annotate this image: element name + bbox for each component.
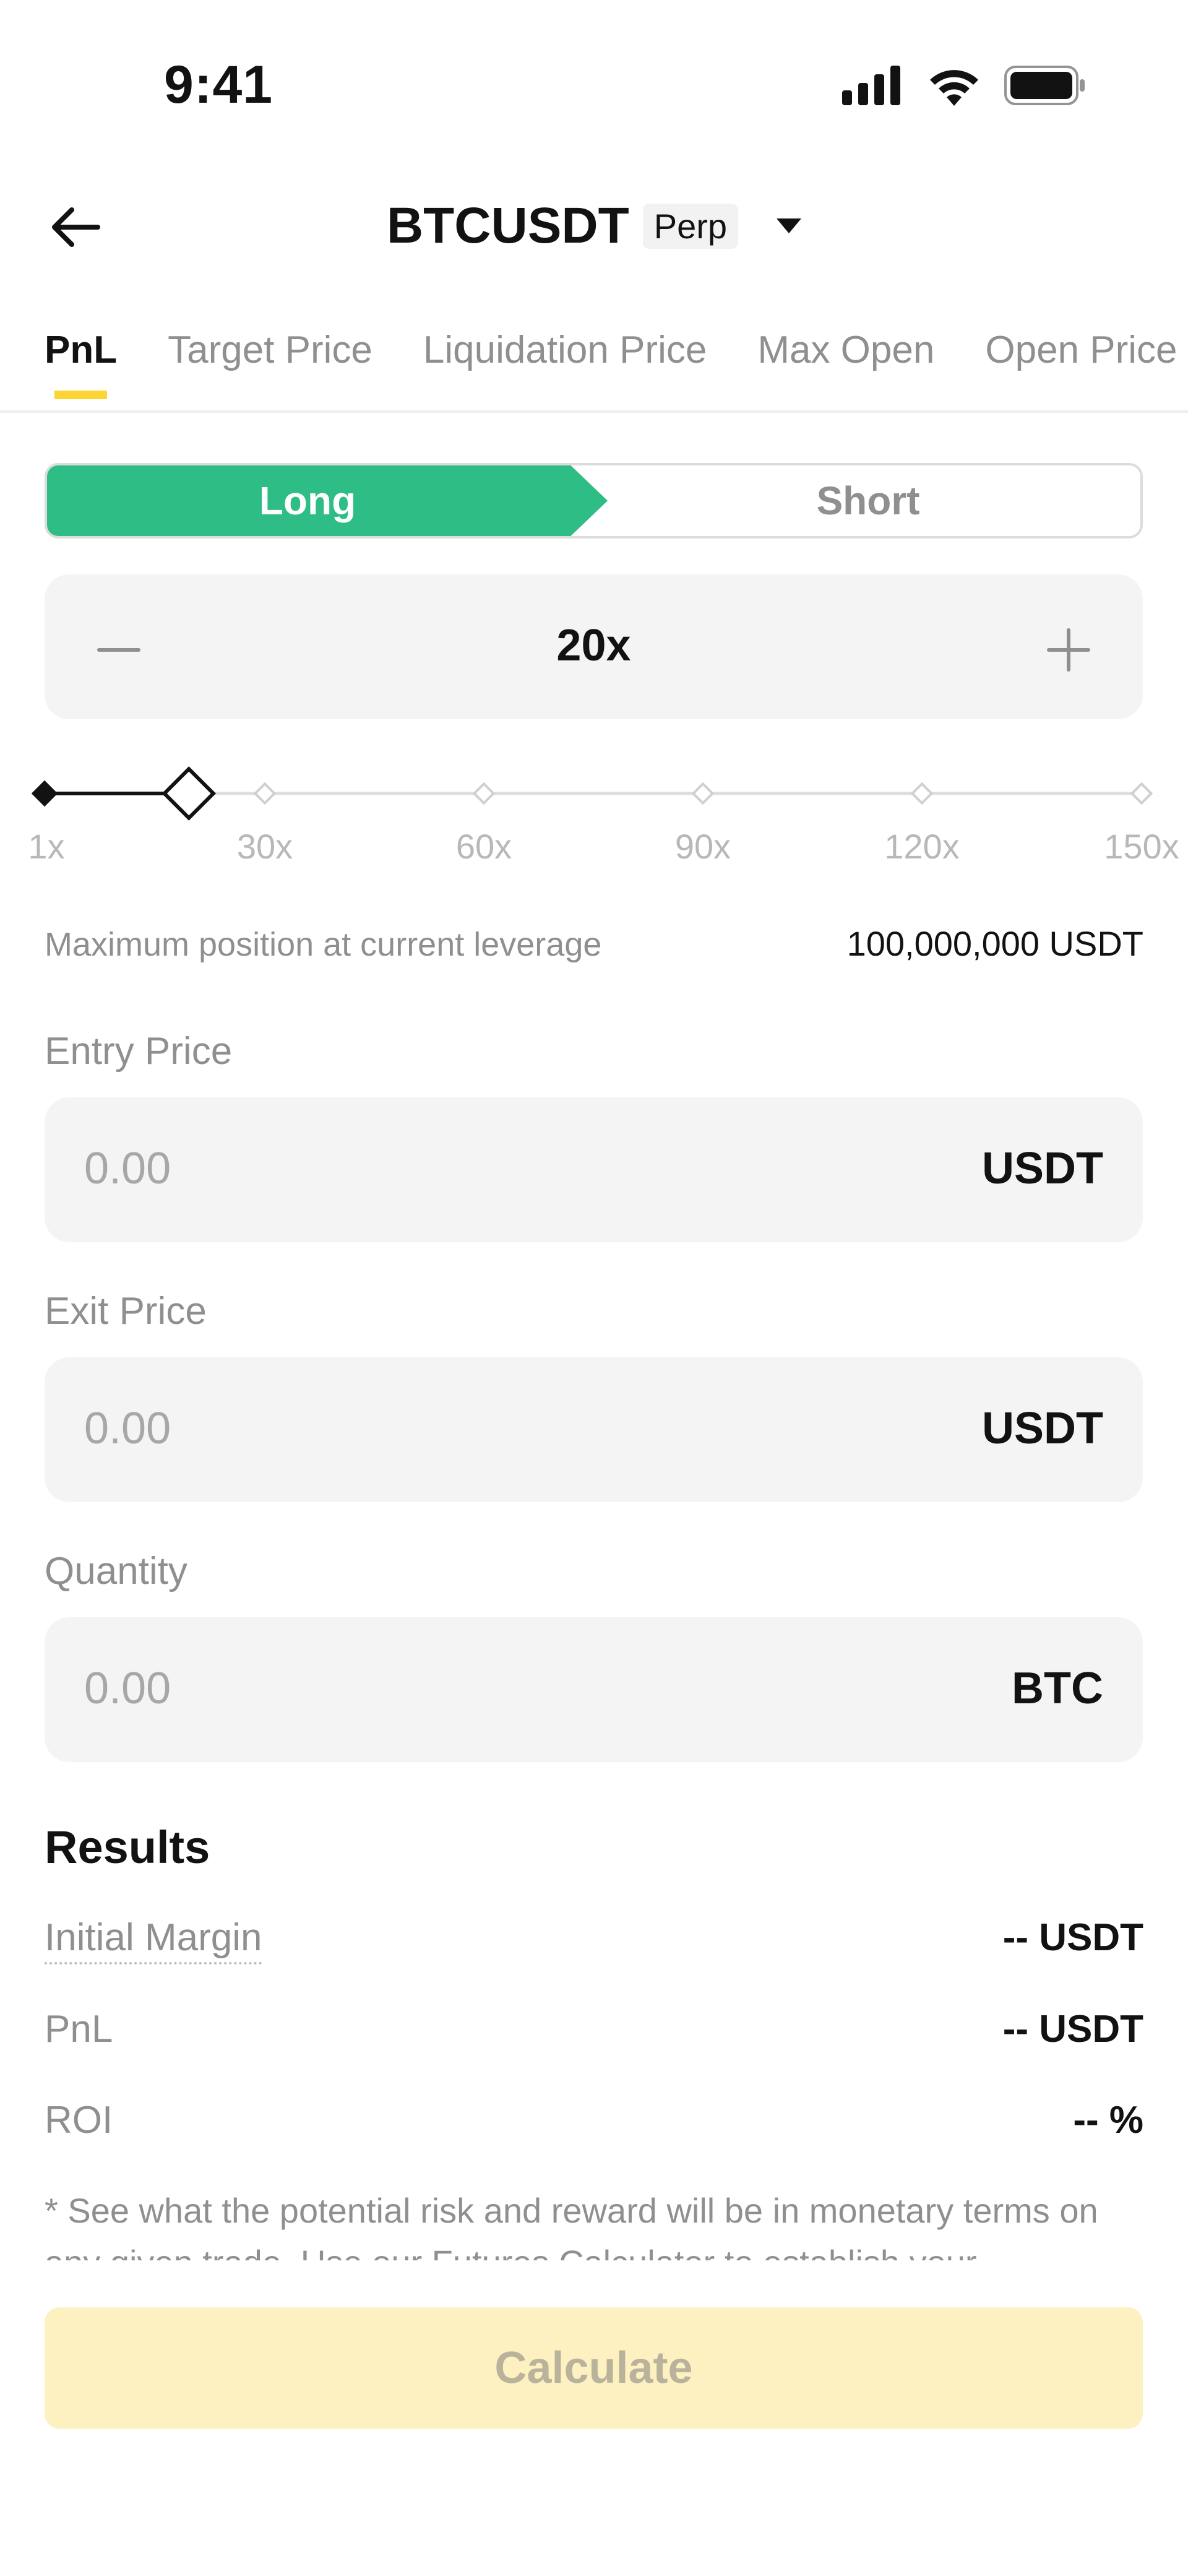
tab-open-price[interactable]: Open Price xyxy=(985,328,1177,399)
battery-icon xyxy=(1004,66,1085,105)
slider-tick xyxy=(691,782,715,805)
disclaimer-text: * See what the potential risk and reward… xyxy=(45,2191,1098,2260)
entry-price-input[interactable] xyxy=(84,1143,827,1194)
tab-target-price[interactable]: Target Price xyxy=(168,328,372,399)
plus-icon[interactable] xyxy=(1044,625,1093,675)
max-position-label: Maximum position at current leverage xyxy=(45,926,602,963)
long-button[interactable]: Long xyxy=(47,465,608,536)
quantity-field: BTC xyxy=(45,1617,1143,1762)
slider-tick-label: 1x xyxy=(28,827,65,866)
initial-margin-value: -- USDT xyxy=(1002,1916,1143,1959)
slider-tick xyxy=(472,782,496,805)
entry-price-unit: USDT xyxy=(982,1144,1103,1193)
calculate-button[interactable]: Calculate xyxy=(45,2307,1143,2429)
slider-tick-label: 150x xyxy=(1104,827,1179,866)
exit-price-unit: USDT xyxy=(982,1404,1103,1453)
slider-tick-label: 30x xyxy=(236,827,293,866)
exit-price-field: USDT xyxy=(45,1357,1143,1502)
exit-price-input[interactable] xyxy=(84,1403,827,1454)
cellular-signal-icon xyxy=(842,66,900,105)
entry-price-field: USDT xyxy=(45,1097,1143,1242)
tabs-divider xyxy=(0,410,1188,413)
roi-label: ROI xyxy=(45,2099,113,2142)
exit-price-label: Exit Price xyxy=(45,1290,207,1333)
entry-price-label: Entry Price xyxy=(45,1030,233,1073)
symbol-selector[interactable]: BTCUSDT Perp xyxy=(0,197,1188,255)
tab-max-open[interactable]: Max Open xyxy=(757,328,934,399)
status-time: 9:41 xyxy=(164,55,273,115)
quantity-input[interactable] xyxy=(84,1663,827,1714)
roi-value: -- % xyxy=(1073,2099,1143,2142)
short-button[interactable]: Short xyxy=(596,465,1140,536)
leverage-stepper: 20x xyxy=(45,574,1143,719)
slider-tick-label: 120x xyxy=(884,827,960,866)
perp-badge: Perp xyxy=(642,203,739,249)
tab-liquidation-price[interactable]: Liquidation Price xyxy=(423,328,707,399)
status-icons xyxy=(842,65,1086,106)
pnl-value: -- USDT xyxy=(1002,2008,1143,2051)
quantity-label: Quantity xyxy=(45,1550,187,1593)
leverage-value: 20x xyxy=(556,621,631,670)
slider-tick-label: 60x xyxy=(455,827,512,866)
calculator-tabs: PnL Target Price Liquidation Price Max O… xyxy=(45,328,1177,399)
slider-tick xyxy=(31,780,58,807)
slider-tick-label: 90x xyxy=(674,827,731,866)
slider-tick xyxy=(910,782,934,805)
position-side-toggle: Long Short xyxy=(45,463,1143,538)
slider-thumb xyxy=(161,766,217,821)
max-position-value: 100,000,000 USDT xyxy=(846,924,1143,963)
slider-tick xyxy=(253,782,277,805)
page-title: BTCUSDT xyxy=(386,197,629,254)
slider-tick xyxy=(1130,782,1153,805)
results-title: Results xyxy=(45,1822,210,1873)
quantity-unit: BTC xyxy=(1012,1664,1103,1713)
pnl-label: PnL xyxy=(45,2008,113,2051)
wifi-icon xyxy=(930,70,978,106)
slider-tick-labels: 1x 30x 60x 90x 120x 150x xyxy=(0,826,1188,870)
tab-pnl[interactable]: PnL xyxy=(45,328,117,399)
caret-down-icon xyxy=(777,218,802,233)
initial-margin-label[interactable]: Initial Margin xyxy=(45,1916,262,1964)
